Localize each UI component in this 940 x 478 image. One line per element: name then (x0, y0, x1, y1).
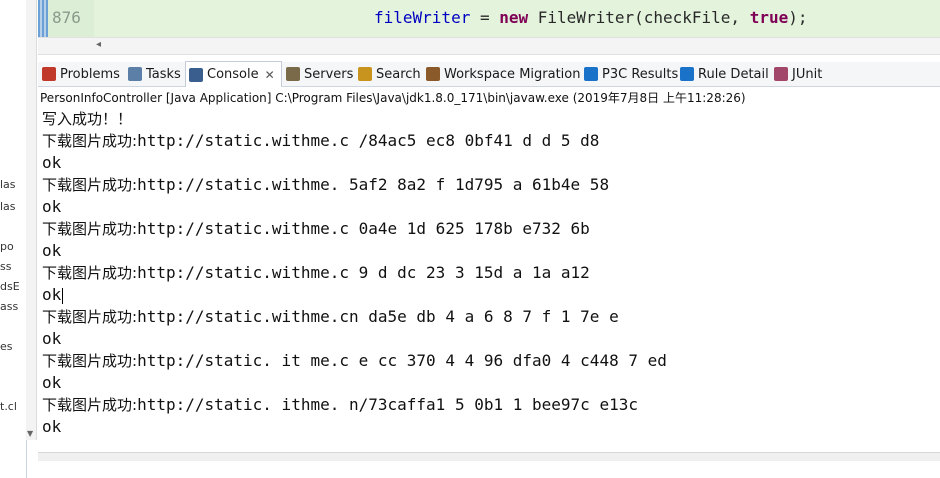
tab-workspace-migration[interactable]: Workspace Migration (426, 62, 580, 86)
tab-label: Problems (60, 66, 120, 82)
tab-tasks[interactable]: Tasks (128, 62, 181, 86)
console-line: ok (42, 241, 62, 260)
left-fragment[interactable]: dsE (0, 280, 20, 293)
editor-gutter: 876 (38, 0, 94, 37)
console-line: 下载图片成功:http://static.withme.c /84ac5 ec8… (42, 131, 600, 150)
console-bottom-scrollbar[interactable] (38, 452, 940, 461)
tab-label: P3C Results (602, 66, 679, 82)
servers-icon (286, 67, 300, 81)
left-fragment[interactable]: po (0, 240, 14, 253)
console-line: 下载图片成功:http://static.withme.c 0a4e 1d 62… (42, 219, 590, 238)
tab-p3c-results[interactable]: P3C Results (584, 62, 678, 86)
console-line: 写入成功！！ (42, 110, 133, 128)
tab-label: Rule Detail (698, 66, 769, 82)
editor-horizontal-scrollbar[interactable]: ◂ (38, 37, 940, 55)
left-fragment[interactable]: las (0, 178, 16, 191)
left-fragment[interactable]: las (0, 200, 16, 213)
console-line: 下载图片成功:http://static.withme. 5af2 8a2 f … (42, 175, 610, 194)
code-keyword-new: new (499, 8, 529, 27)
console-line: ok (42, 417, 62, 436)
tab-junit[interactable]: JUnit (774, 62, 822, 86)
console-line: ok (42, 285, 64, 304)
change-marker (38, 0, 48, 37)
code-editor[interactable]: 876 fileWriter = new FileWriter(checkFil… (38, 0, 940, 37)
console-line: ok (42, 329, 62, 348)
tab-label: JUnit (792, 66, 823, 82)
console-line: 下载图片成功:http://static.withme.cn da5e db 4… (42, 307, 619, 326)
scroll-down-arrow-icon[interactable]: ▼ (27, 429, 33, 438)
view-tab-bar: Problems Tasks Console ✕ Servers Search … (38, 61, 940, 87)
line-number: 876 (52, 8, 81, 27)
code-class: FileWriter(checkFile, (528, 8, 750, 27)
console-output[interactable]: 写入成功！！ 下载图片成功:http://static.withme.c /84… (38, 108, 940, 448)
package-explorer-strip: las las po ss dsE ass es t.cl (0, 0, 27, 478)
tasks-icon (128, 67, 142, 81)
left-scrollbar[interactable]: ▼ (26, 0, 37, 440)
console-line: 下载图片成功:http://static. ithme. n/73caffa1 … (42, 395, 638, 414)
tab-label: Workspace Migration (444, 66, 581, 82)
code-line[interactable]: fileWriter = new FileWriter(checkFile, t… (374, 8, 808, 27)
problems-icon (42, 67, 56, 81)
code-keyword-true: true (749, 8, 789, 27)
tab-problems[interactable]: Problems (42, 62, 120, 86)
console-line: ok (42, 153, 62, 172)
code-field: fileWriter (374, 8, 471, 27)
tab-label: Search (376, 66, 421, 82)
tab-rule-detail[interactable]: Rule Detail (680, 62, 769, 86)
console-line: 下载图片成功:http://static.withme.c 9 d dc 23 … (42, 263, 590, 282)
scroll-left-arrow-icon[interactable]: ◂ (96, 39, 101, 50)
console-icon (189, 67, 203, 82)
tab-label: Tasks (146, 66, 181, 82)
tab-label: Servers (304, 66, 354, 82)
code-end: ); (788, 8, 808, 27)
tab-search[interactable]: Search (358, 62, 421, 86)
tab-servers[interactable]: Servers (286, 62, 353, 86)
workspace-migration-icon (426, 67, 440, 81)
eclipse-window: las las po ss dsE ass es t.cl ▼ 876 file… (0, 0, 940, 478)
rule-detail-icon (680, 67, 694, 81)
p3c-icon (584, 67, 598, 81)
close-icon[interactable]: ✕ (265, 68, 275, 82)
left-fragment[interactable]: es (0, 340, 13, 353)
left-fragment[interactable]: t.cl (0, 400, 17, 413)
text-caret (62, 287, 64, 304)
current-line-highlight: fileWriter = new FileWriter(checkFile, t… (94, 0, 940, 37)
code-eq: = (470, 8, 500, 27)
console-line: 下载图片成功:http://static. it me.c e cc 370 4… (42, 351, 667, 370)
console-line: ok (42, 197, 62, 216)
tab-label: Console (207, 67, 259, 82)
search-icon (358, 67, 372, 81)
left-fragment[interactable]: ass (0, 300, 18, 313)
left-fragment[interactable]: ss (0, 260, 11, 273)
junit-icon (774, 67, 788, 81)
console-line: ok (42, 373, 62, 392)
console-launch-label: PersonInfoController [Java Application] … (40, 91, 746, 105)
tab-console[interactable]: Console ✕ (185, 61, 282, 87)
